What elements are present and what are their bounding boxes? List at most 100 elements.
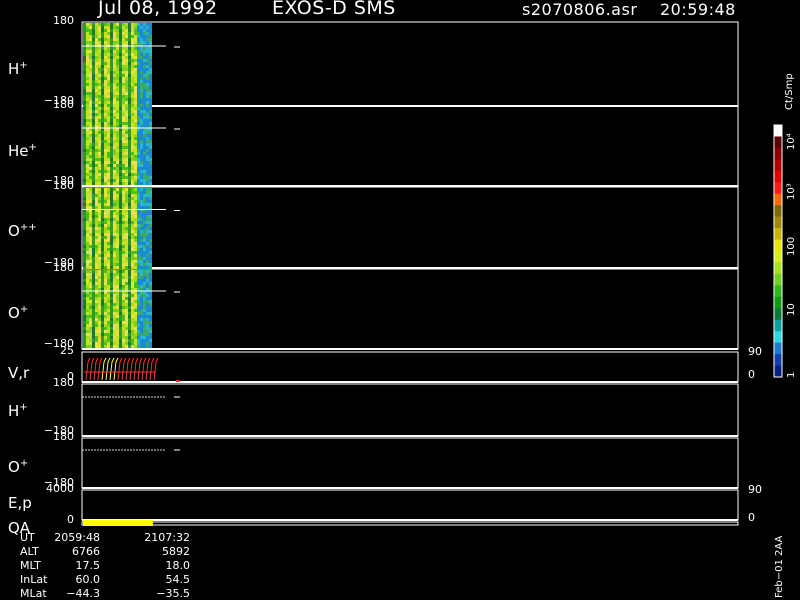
spectrogram-cell	[119, 254, 122, 257]
spectrogram-cell	[107, 251, 110, 254]
spectrogram-cell	[149, 122, 152, 125]
spectrogram-cell	[113, 23, 116, 26]
spectrogram-cell	[128, 110, 131, 113]
spectrogram-cell	[104, 239, 107, 242]
spectrogram-cell	[128, 339, 131, 342]
spectrogram-cell	[125, 143, 128, 146]
spectrogram-cell	[137, 77, 140, 80]
spectrogram-cell	[134, 270, 137, 273]
spectrogram-cell	[146, 197, 149, 200]
spectrogram-cell	[104, 336, 107, 339]
spectrogram-cell	[134, 26, 137, 29]
spectrogram-cell	[83, 221, 86, 224]
y-tick-top: 180	[53, 376, 74, 389]
spectrogram-cell	[125, 245, 128, 248]
spectrogram-cell	[89, 182, 92, 185]
spectrogram-cell	[122, 330, 125, 333]
spectrogram-cell	[146, 315, 149, 318]
spectrogram-cell	[137, 131, 140, 134]
spectrogram-cell	[149, 242, 152, 245]
spectrogram-cell	[125, 327, 128, 330]
spectrogram-cell	[101, 173, 104, 176]
spectrogram-cell	[149, 303, 152, 306]
spectrogram-cell	[116, 245, 119, 248]
spectrogram-cell	[107, 32, 110, 35]
spectrogram-cell	[137, 176, 140, 179]
spectrogram-cell	[116, 161, 119, 164]
spectrogram-cell	[101, 89, 104, 92]
spectrogram-cell	[119, 342, 122, 345]
spectrogram-cell	[92, 206, 95, 209]
spectrogram-cell	[140, 285, 143, 288]
spectrogram-cell	[95, 306, 98, 309]
spectrogram-cell	[95, 56, 98, 59]
spectrogram-cell	[149, 324, 152, 327]
spectrogram-cell	[89, 98, 92, 101]
spectrogram-cell	[149, 236, 152, 239]
spectrogram-cell	[122, 92, 125, 95]
spectrogram-cell	[92, 188, 95, 191]
panel-label: H+	[8, 60, 28, 78]
spectrogram-cell	[137, 339, 140, 342]
spectrogram-cell	[113, 309, 116, 312]
spectrogram-cell	[89, 95, 92, 98]
spectrogram-cell	[95, 119, 98, 122]
spectrogram-cell	[134, 182, 137, 185]
spectrogram-cell	[86, 303, 89, 306]
spectrogram-cell	[101, 152, 104, 155]
spectrogram-cell	[98, 131, 101, 134]
spectrogram-cell	[131, 260, 134, 263]
spectrogram-cell	[122, 32, 125, 35]
spectrogram-cell	[119, 158, 122, 161]
spectrogram-cell	[83, 158, 86, 161]
spectrogram-cell	[116, 65, 119, 68]
spectrogram-cell	[143, 312, 146, 315]
spectrogram-cell	[119, 248, 122, 251]
spectrogram-cell	[140, 176, 143, 179]
spectrogram-cell	[119, 134, 122, 137]
spectrogram-cell	[146, 95, 149, 98]
spectrogram-cell	[86, 333, 89, 336]
spectrogram-cell	[104, 330, 107, 333]
spectrogram-cell	[125, 233, 128, 236]
spectrogram-cell	[110, 98, 113, 101]
spectrogram-cell	[125, 309, 128, 312]
spectrogram-cell	[107, 104, 110, 107]
spectrogram-cell	[137, 206, 140, 209]
spectrogram-cell	[113, 336, 116, 339]
spectrogram-cell	[83, 276, 86, 279]
spectrogram-cell	[134, 68, 137, 71]
spectrogram-cell	[116, 41, 119, 44]
spectrogram-cell	[128, 65, 131, 68]
panel-label-sup: +	[19, 304, 29, 315]
spectrogram-cell	[146, 300, 149, 303]
spectrogram-cell	[146, 188, 149, 191]
spectrogram-cell	[98, 59, 101, 62]
spectrogram-cell	[83, 164, 86, 167]
spectrogram-cell	[95, 131, 98, 134]
spectrogram-cell	[101, 119, 104, 122]
spectrogram-cell	[95, 59, 98, 62]
spectrogram-cell	[131, 152, 134, 155]
spectrogram-cell	[98, 107, 101, 110]
spectrogram-cell	[146, 53, 149, 56]
spectrogram-cell	[92, 327, 95, 330]
spectrogram-cell	[89, 330, 92, 333]
spectrogram-cell	[125, 239, 128, 242]
spectrogram-cell	[83, 279, 86, 282]
spectrogram-cell	[95, 312, 98, 315]
spectrogram-cell	[104, 285, 107, 288]
spectrogram-cell	[119, 230, 122, 233]
spectrogram-cell	[98, 263, 101, 266]
spectrogram-cell	[134, 206, 137, 209]
spectrogram-cell	[113, 164, 116, 167]
spectrogram-cell	[83, 74, 86, 77]
spectrogram-cell	[104, 263, 107, 266]
spectrogram-cell	[101, 50, 104, 53]
spectrogram-cell	[134, 152, 137, 155]
spectrogram-cell	[101, 221, 104, 224]
spectrogram-cell	[116, 330, 119, 333]
spectrogram-cell	[122, 245, 125, 248]
spectrogram-cell	[116, 297, 119, 300]
spectrogram-cell	[143, 161, 146, 164]
